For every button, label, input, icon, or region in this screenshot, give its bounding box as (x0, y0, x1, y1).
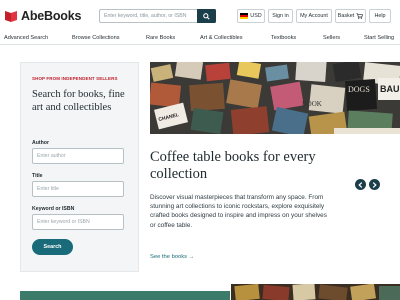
author-field[interactable] (32, 148, 124, 164)
see-the-books-link[interactable]: See the books → (150, 254, 194, 260)
next-section-image (231, 284, 400, 300)
book-label-dogs: DOGS (348, 85, 370, 94)
panel-search-button[interactable]: Search (32, 239, 73, 255)
search-panel: SHOP FROM INDEPENDENT SELLERS Search for… (20, 62, 139, 272)
logo-text: AbeBooks (21, 9, 82, 23)
site-logo[interactable]: AbeBooks (4, 7, 81, 25)
chevron-left-icon (358, 181, 363, 188)
abebooks-logo-icon (5, 11, 17, 22)
book-label-bau: BAU (380, 84, 400, 94)
help-button[interactable]: Help (369, 9, 391, 23)
my-account-button[interactable]: My Account (296, 9, 332, 23)
carousel-prev-button[interactable] (355, 179, 366, 190)
nav-advanced-search[interactable]: Advanced Search (4, 35, 48, 41)
hero-title: Coffee table books for every collection (150, 149, 316, 182)
main-nav: Advanced Search Browse Collections Rare … (0, 32, 400, 45)
search-button[interactable] (197, 9, 216, 23)
currency-label: USD (250, 13, 262, 19)
panel-heading: Search for books, fine art and collectib… (32, 89, 125, 113)
books-strip-image (231, 284, 400, 300)
title-label: Title (32, 173, 43, 179)
keyword-label: Keyword or ISBN (32, 206, 75, 212)
sign-in-button[interactable]: Sign in (268, 9, 293, 23)
nav-start-selling[interactable]: Start Selling (364, 35, 394, 41)
basket-button[interactable]: Basket (335, 9, 366, 23)
site-header: AbeBooks USD Sign in My Account Basket H… (0, 0, 400, 32)
currency-selector[interactable]: USD (237, 9, 265, 23)
carousel-next-button[interactable] (369, 179, 380, 190)
germany-flag-icon (240, 13, 249, 19)
chevron-right-icon (372, 181, 377, 188)
panel-eyebrow: SHOP FROM INDEPENDENT SELLERS (32, 76, 118, 81)
coffee-table-books-image: CHANEL DOGS BAU BOOK (150, 62, 400, 134)
nav-browse-collections[interactable]: Browse Collections (72, 35, 120, 41)
basket-label: Basket (337, 13, 355, 19)
keyword-field[interactable] (32, 214, 124, 230)
nav-sellers[interactable]: Sellers (323, 35, 340, 41)
next-section-banner (20, 291, 230, 300)
nav-textbooks[interactable]: Textbooks (271, 35, 296, 41)
book-label-book: BOOK (302, 100, 322, 108)
search-icon (203, 12, 210, 20)
basket-icon (356, 13, 364, 19)
hero-description: Discover visual masterpieces that transf… (150, 194, 327, 229)
hero-image[interactable]: CHANEL DOGS BAU BOOK (150, 62, 400, 134)
nav-rare-books[interactable]: Rare Books (146, 35, 175, 41)
nav-art-collectibles[interactable]: Art & Collectibles (200, 35, 243, 41)
title-field[interactable] (32, 181, 124, 197)
author-label: Author (32, 140, 49, 146)
